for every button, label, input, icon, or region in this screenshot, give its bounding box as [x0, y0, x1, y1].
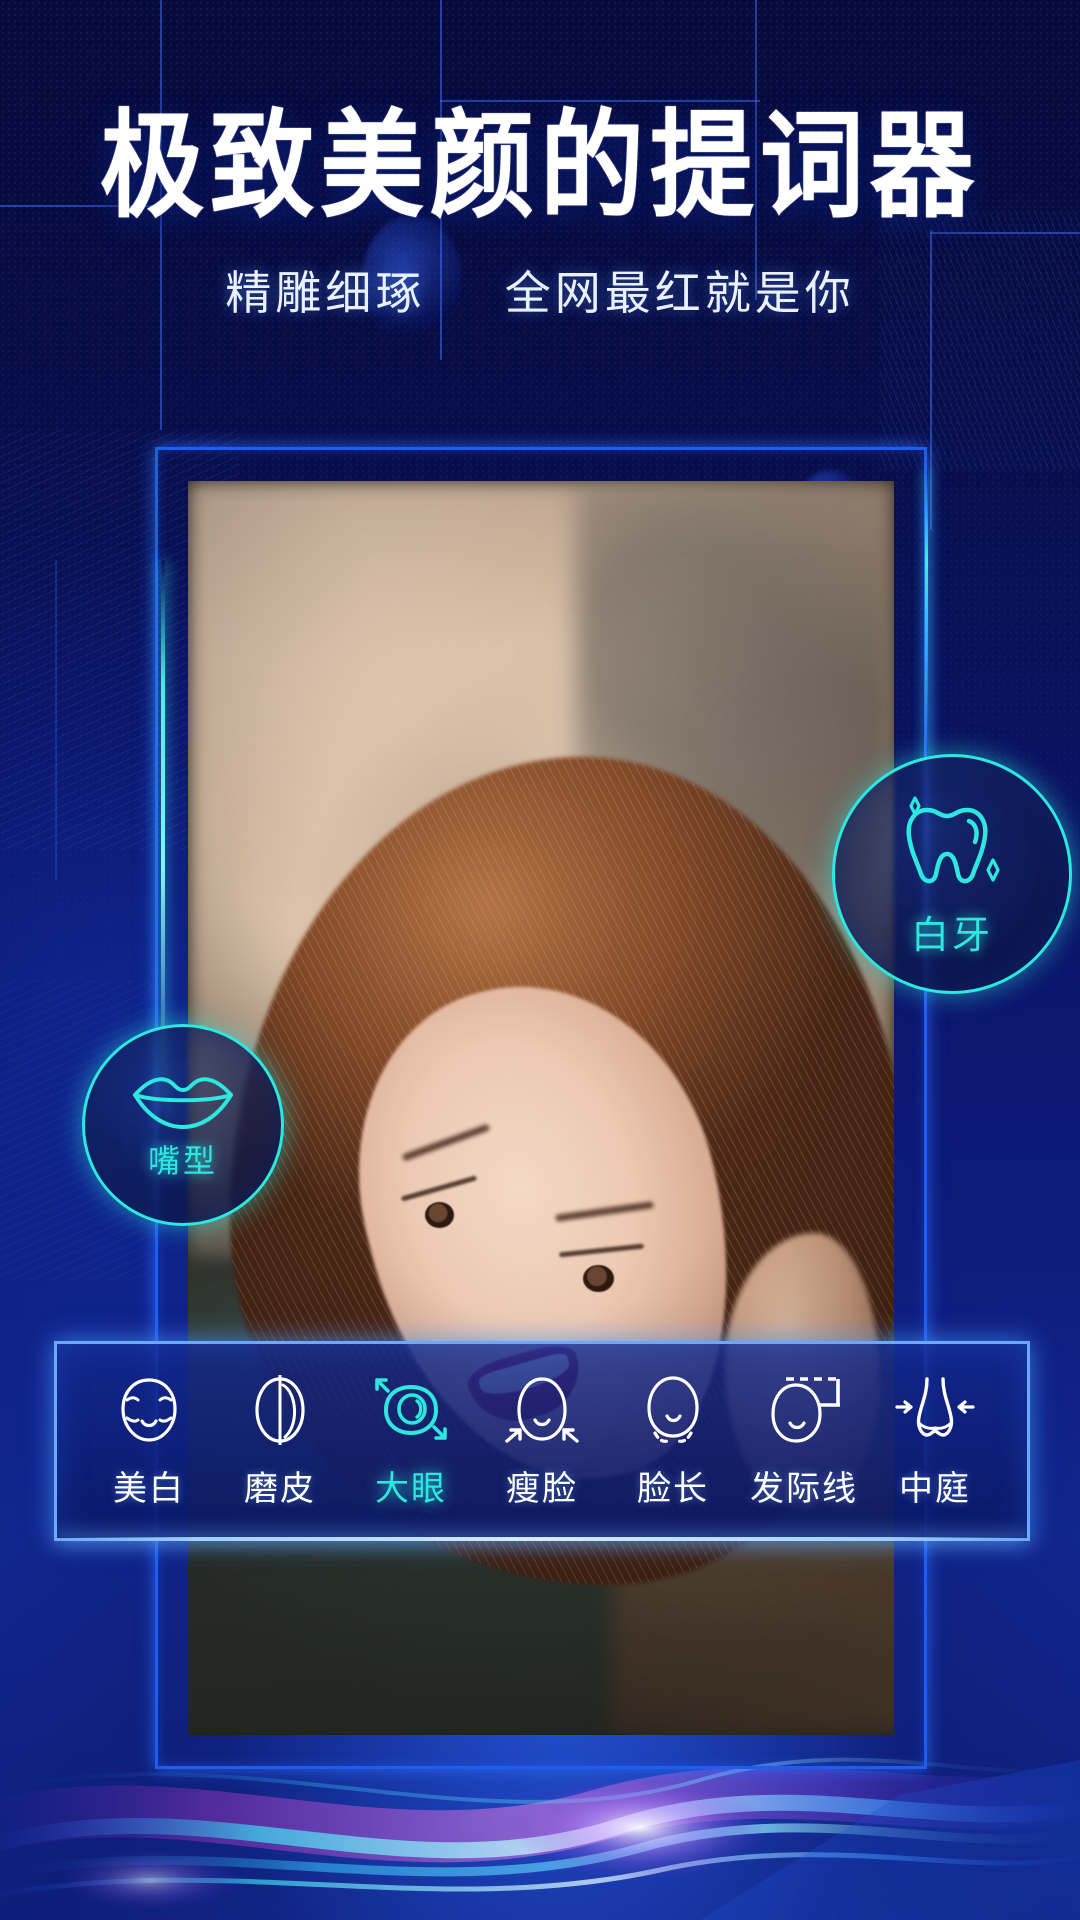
toolbar-item-whiten[interactable]: 美白	[91, 1373, 207, 1510]
big-eye-icon	[372, 1373, 450, 1447]
toolbar-item-label: 瘦脸	[506, 1469, 578, 1508]
toolbar-item-midface[interactable]: 中庭	[877, 1373, 993, 1510]
subtitle-right: 全网最红就是你	[504, 267, 855, 320]
photo-content	[188, 481, 894, 1735]
photo-vignette	[188, 481, 894, 1735]
toolbar-item-label: 磨皮	[244, 1469, 316, 1508]
toolbar-item-hairline[interactable]: 发际线	[746, 1373, 862, 1510]
nose-midface-icon	[893, 1373, 977, 1447]
toolbar-item-slim-face[interactable]: 瘦脸	[484, 1373, 600, 1510]
header: 极致美颜的提词器 精雕细琢 全网最红就是你	[0, 0, 1080, 323]
beauty-toolbar: 美白 磨皮 大眼 瘦脸 脸长 发际线 中庭	[54, 1341, 1030, 1541]
toolbar-item-face-length[interactable]: 脸长	[615, 1373, 731, 1510]
toolbar-item-smooth[interactable]: 磨皮	[222, 1373, 338, 1510]
badge-label: 白牙	[910, 914, 993, 957]
badge-whiten-teeth[interactable]: 白牙	[832, 754, 1072, 994]
hairline-icon	[762, 1373, 846, 1447]
toolbar-item-big-eye[interactable]: 大眼	[353, 1373, 469, 1510]
subtitle-left: 精雕细琢	[225, 267, 426, 320]
toolbar-item-label: 发际线	[750, 1469, 858, 1508]
toolbar-bottom-glow	[54, 1537, 1030, 1541]
toolbar-item-label: 中庭	[899, 1469, 971, 1508]
toolbar-item-label: 美白	[113, 1469, 185, 1508]
face-length-icon	[636, 1373, 710, 1447]
tooth-icon	[906, 795, 1000, 883]
page-subtitle: 精雕细琢 全网最红就是你	[0, 257, 1080, 323]
preview-photo[interactable]	[188, 481, 894, 1735]
toolbar-item-label: 大眼	[375, 1469, 447, 1508]
toolbar-item-label: 脸长	[637, 1469, 709, 1508]
badge-mouth-shape[interactable]: 嘴型	[82, 1024, 284, 1226]
frame-accent-right	[925, 470, 928, 770]
slim-face-icon	[503, 1373, 581, 1447]
lips-icon	[133, 1077, 233, 1129]
badge-label: 嘴型	[147, 1143, 218, 1179]
page-title: 极致美颜的提词器	[99, 97, 980, 235]
face-whiten-icon	[112, 1373, 186, 1447]
face-smooth-icon	[243, 1373, 317, 1447]
